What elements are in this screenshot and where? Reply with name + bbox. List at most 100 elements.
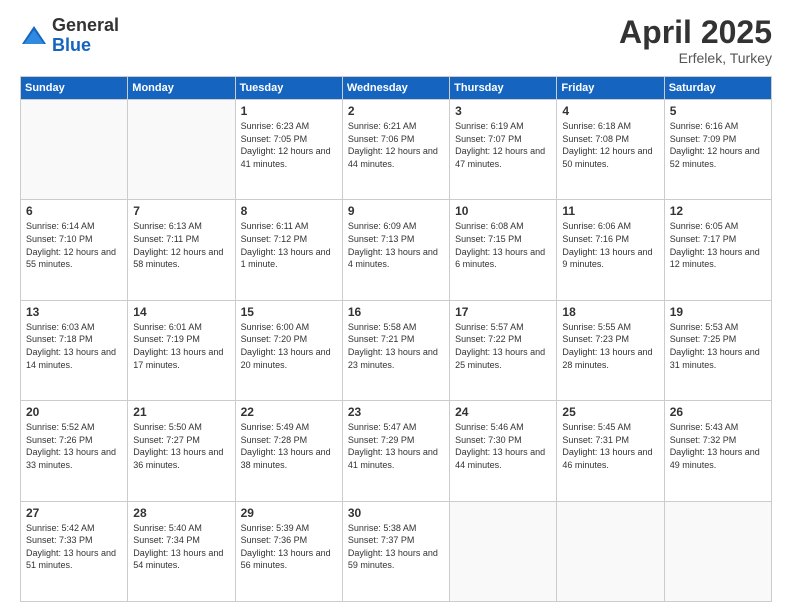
day-info: Sunrise: 5:45 AMSunset: 7:31 PMDaylight:… (562, 421, 658, 471)
day-number: 1 (241, 104, 337, 118)
day-number: 8 (241, 204, 337, 218)
title-block: April 2025 Erfelek, Turkey (619, 16, 772, 66)
day-number: 12 (670, 204, 766, 218)
cell-w5-d7 (664, 501, 771, 601)
cell-w4-d4: 23 Sunrise: 5:47 AMSunset: 7:29 PMDayligh… (342, 401, 449, 501)
day-number: 15 (241, 305, 337, 319)
cell-w1-d4: 2 Sunrise: 6:21 AMSunset: 7:06 PMDaylight… (342, 100, 449, 200)
day-info: Sunrise: 5:42 AMSunset: 7:33 PMDaylight:… (26, 522, 122, 572)
day-info: Sunrise: 6:23 AMSunset: 7:05 PMDaylight:… (241, 120, 337, 170)
day-number: 21 (133, 405, 229, 419)
day-info: Sunrise: 6:16 AMSunset: 7:09 PMDaylight:… (670, 120, 766, 170)
cell-w4-d1: 20 Sunrise: 5:52 AMSunset: 7:26 PMDayligh… (21, 401, 128, 501)
header-tuesday: Tuesday (235, 77, 342, 100)
day-number: 28 (133, 506, 229, 520)
cell-w5-d4: 30 Sunrise: 5:38 AMSunset: 7:37 PMDayligh… (342, 501, 449, 601)
day-number: 5 (670, 104, 766, 118)
week-row-4: 20 Sunrise: 5:52 AMSunset: 7:26 PMDayligh… (21, 401, 772, 501)
day-number: 20 (26, 405, 122, 419)
cell-w5-d2: 28Sunrise: 5:40 AMSunset: 7:34 PMDayligh… (128, 501, 235, 601)
calendar-page: General Blue April 2025 Erfelek, Turkey … (0, 0, 792, 612)
logo-text: General Blue (52, 16, 119, 56)
cell-w4-d7: 26Sunrise: 5:43 AMSunset: 7:32 PMDayligh… (664, 401, 771, 501)
day-info: Sunrise: 5:52 AMSunset: 7:26 PMDaylight:… (26, 421, 122, 471)
cell-w4-d2: 21 Sunrise: 5:50 AMSunset: 7:27 PMDayligh… (128, 401, 235, 501)
header-sunday: Sunday (21, 77, 128, 100)
day-number: 14 (133, 305, 229, 319)
day-number: 16 (348, 305, 444, 319)
cell-w3-d5: 17 Sunrise: 5:57 AMSunset: 7:22 PMDayligh… (450, 300, 557, 400)
day-info: Sunrise: 5:53 AMSunset: 7:25 PMDaylight:… (670, 321, 766, 371)
day-number: 7 (133, 204, 229, 218)
cell-w3-d4: 16 Sunrise: 5:58 AMSunset: 7:21 PMDayligh… (342, 300, 449, 400)
cell-w5-d1: 27 Sunrise: 5:42 AMSunset: 7:33 PMDayligh… (21, 501, 128, 601)
day-number: 13 (26, 305, 122, 319)
cell-w2-d4: 9 Sunrise: 6:09 AMSunset: 7:13 PMDaylight… (342, 200, 449, 300)
day-info: Sunrise: 5:43 AMSunset: 7:32 PMDaylight:… (670, 421, 766, 471)
month-title: April 2025 (619, 16, 772, 48)
day-info: Sunrise: 6:06 AMSunset: 7:16 PMDaylight:… (562, 220, 658, 270)
day-info: Sunrise: 5:57 AMSunset: 7:22 PMDaylight:… (455, 321, 551, 371)
cell-w1-d1 (21, 100, 128, 200)
day-info: Sunrise: 6:01 AMSunset: 7:19 PMDaylight:… (133, 321, 229, 371)
logo-icon (20, 22, 48, 50)
day-info: Sunrise: 5:55 AMSunset: 7:23 PMDaylight:… (562, 321, 658, 371)
cell-w2-d6: 11 Sunrise: 6:06 AMSunset: 7:16 PMDayligh… (557, 200, 664, 300)
day-info: Sunrise: 5:50 AMSunset: 7:27 PMDaylight:… (133, 421, 229, 471)
day-number: 22 (241, 405, 337, 419)
header-friday: Friday (557, 77, 664, 100)
day-number: 30 (348, 506, 444, 520)
cell-w4-d6: 25 Sunrise: 5:45 AMSunset: 7:31 PMDayligh… (557, 401, 664, 501)
cell-w1-d7: 5 Sunrise: 6:16 AMSunset: 7:09 PMDaylight… (664, 100, 771, 200)
cell-w5-d5 (450, 501, 557, 601)
day-info: Sunrise: 5:49 AMSunset: 7:28 PMDaylight:… (241, 421, 337, 471)
header-monday: Monday (128, 77, 235, 100)
calendar-table: Sunday Monday Tuesday Wednesday Thursday… (20, 76, 772, 602)
day-info: Sunrise: 6:11 AMSunset: 7:12 PMDaylight:… (241, 220, 337, 270)
cell-w1-d6: 4Sunrise: 6:18 AMSunset: 7:08 PMDaylight… (557, 100, 664, 200)
day-info: Sunrise: 5:38 AMSunset: 7:37 PMDaylight:… (348, 522, 444, 572)
day-info: Sunrise: 6:09 AMSunset: 7:13 PMDaylight:… (348, 220, 444, 270)
day-info: Sunrise: 5:39 AMSunset: 7:36 PMDaylight:… (241, 522, 337, 572)
day-number: 4 (562, 104, 658, 118)
cell-w2-d7: 12 Sunrise: 6:05 AMSunset: 7:17 PMDayligh… (664, 200, 771, 300)
day-number: 19 (670, 305, 766, 319)
cell-w5-d6 (557, 501, 664, 601)
logo-blue: Blue (52, 35, 91, 55)
cell-w3-d7: 19 Sunrise: 5:53 AMSunset: 7:25 PMDayligh… (664, 300, 771, 400)
cell-w2-d3: 8 Sunrise: 6:11 AMSunset: 7:12 PMDaylight… (235, 200, 342, 300)
day-info: Sunrise: 6:05 AMSunset: 7:17 PMDaylight:… (670, 220, 766, 270)
cell-w3-d3: 15Sunrise: 6:00 AMSunset: 7:20 PMDayligh… (235, 300, 342, 400)
logo-general: General (52, 15, 119, 35)
day-number: 2 (348, 104, 444, 118)
cell-w4-d3: 22 Sunrise: 5:49 AMSunset: 7:28 PMDayligh… (235, 401, 342, 501)
cell-w3-d6: 18 Sunrise: 5:55 AMSunset: 7:23 PMDayligh… (557, 300, 664, 400)
cell-w1-d3: 1 Sunrise: 6:23 AMSunset: 7:05 PMDaylight… (235, 100, 342, 200)
day-number: 18 (562, 305, 658, 319)
day-info: Sunrise: 6:13 AMSunset: 7:11 PMDaylight:… (133, 220, 229, 270)
day-number: 9 (348, 204, 444, 218)
day-number: 6 (26, 204, 122, 218)
day-info: Sunrise: 6:14 AMSunset: 7:10 PMDaylight:… (26, 220, 122, 270)
week-row-3: 13Sunrise: 6:03 AMSunset: 7:18 PMDayligh… (21, 300, 772, 400)
day-number: 11 (562, 204, 658, 218)
day-number: 24 (455, 405, 551, 419)
cell-w5-d3: 29Sunrise: 5:39 AMSunset: 7:36 PMDayligh… (235, 501, 342, 601)
day-info: Sunrise: 6:21 AMSunset: 7:06 PMDaylight:… (348, 120, 444, 170)
location-title: Erfelek, Turkey (619, 50, 772, 66)
day-info: Sunrise: 6:19 AMSunset: 7:07 PMDaylight:… (455, 120, 551, 170)
day-info: Sunrise: 5:47 AMSunset: 7:29 PMDaylight:… (348, 421, 444, 471)
cell-w2-d1: 6 Sunrise: 6:14 AMSunset: 7:10 PMDaylight… (21, 200, 128, 300)
cell-w3-d1: 13Sunrise: 6:03 AMSunset: 7:18 PMDayligh… (21, 300, 128, 400)
cell-w1-d5: 3 Sunrise: 6:19 AMSunset: 7:07 PMDaylight… (450, 100, 557, 200)
day-number: 25 (562, 405, 658, 419)
day-number: 10 (455, 204, 551, 218)
day-number: 3 (455, 104, 551, 118)
header-thursday: Thursday (450, 77, 557, 100)
day-number: 27 (26, 506, 122, 520)
day-info: Sunrise: 5:46 AMSunset: 7:30 PMDaylight:… (455, 421, 551, 471)
day-number: 23 (348, 405, 444, 419)
header-saturday: Saturday (664, 77, 771, 100)
day-info: Sunrise: 5:58 AMSunset: 7:21 PMDaylight:… (348, 321, 444, 371)
day-number: 17 (455, 305, 551, 319)
